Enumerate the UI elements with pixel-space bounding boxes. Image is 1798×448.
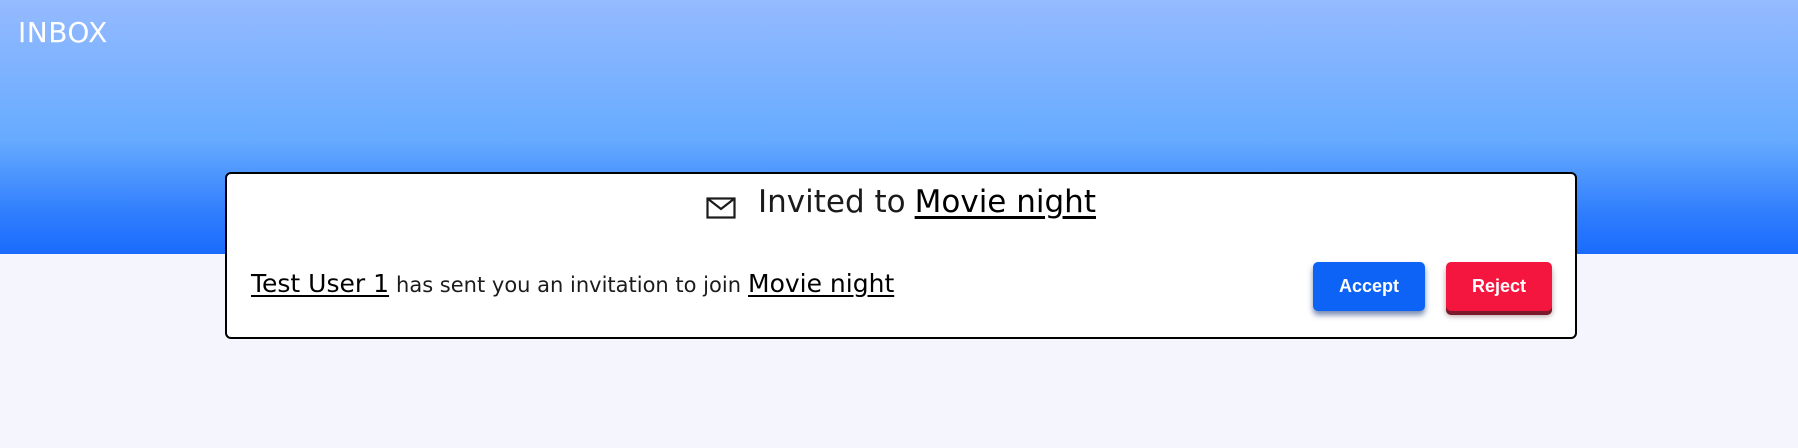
invitation-message-text: has sent you an invitation to join xyxy=(396,273,741,297)
event-link[interactable]: Movie night xyxy=(915,184,1096,220)
invitation-title-prefix: Invited to xyxy=(758,184,906,220)
accept-button[interactable]: Accept xyxy=(1313,262,1425,311)
invitation-card: Invited to Movie night Test User 1 has s… xyxy=(225,172,1577,339)
page-title: INBOX xyxy=(18,16,108,49)
reject-button[interactable]: Reject xyxy=(1446,262,1552,311)
invitation-message: Test User 1 has sent you an invitation t… xyxy=(251,269,894,298)
message-event-link[interactable]: Movie night xyxy=(748,269,894,298)
envelope-icon xyxy=(706,191,736,219)
invitation-title: Invited to Movie night xyxy=(227,184,1575,220)
sender-link[interactable]: Test User 1 xyxy=(251,269,389,298)
